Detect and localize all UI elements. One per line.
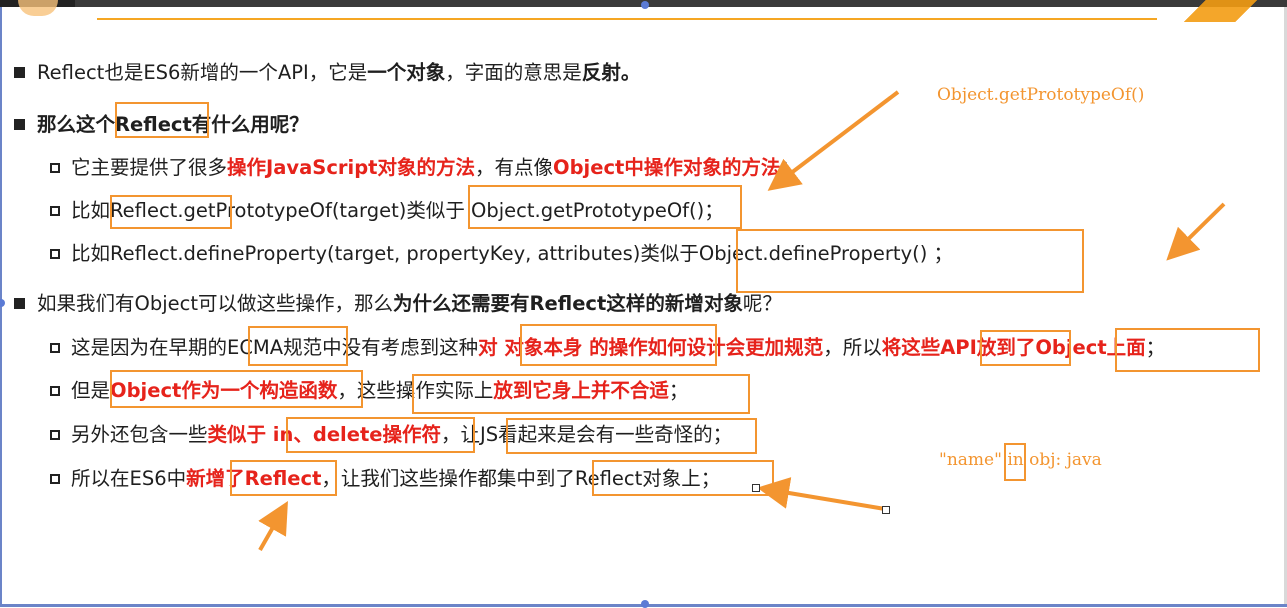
arrow-to-getprototypeof <box>767 90 900 191</box>
arrow-to-defineproperty <box>1166 202 1226 261</box>
arrow-to-reflect-object <box>757 477 886 511</box>
arrow-end-handle[interactable] <box>882 506 890 514</box>
arrow-start-handle[interactable] <box>752 484 760 492</box>
arrow-to-new-reflect <box>258 501 288 551</box>
annotation-arrows <box>258 90 1226 551</box>
